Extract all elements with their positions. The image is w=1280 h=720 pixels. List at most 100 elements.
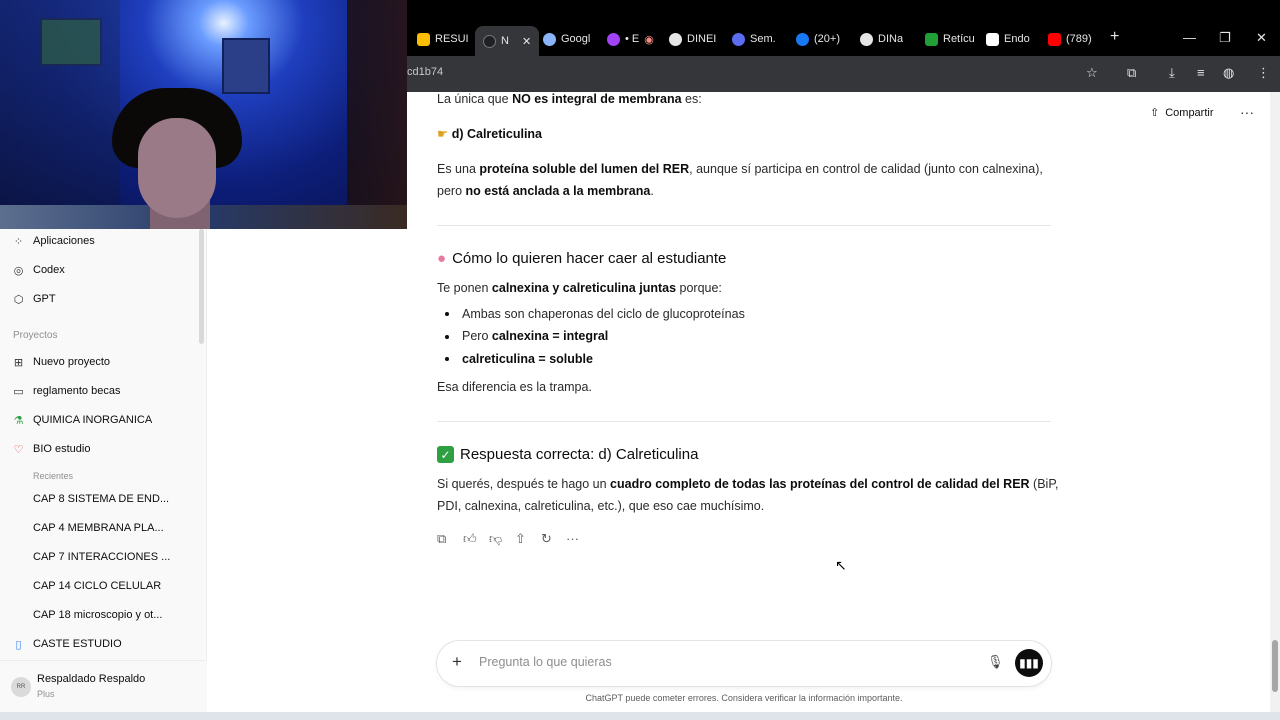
tab-favicon-icon <box>417 32 430 46</box>
book-icon: ▯ <box>15 638 22 651</box>
folder-icon: ▭ <box>13 385 24 398</box>
browser-tab[interactable]: (20+) <box>796 28 840 50</box>
browser-tab[interactable]: Endo <box>986 28 1030 50</box>
recents-section-label: Recientes <box>33 471 74 481</box>
new-tab-icon[interactable]: + <box>1110 28 1119 46</box>
restore-icon[interactable]: ❐ <box>1219 30 1231 46</box>
sidebar-item-quimica[interactable]: ⚗ QUIMICA INORGANICA <box>12 410 153 430</box>
close-window-icon[interactable]: ✕ <box>1256 30 1267 46</box>
add-attachment-icon[interactable]: + <box>452 652 462 672</box>
recent-chat-item[interactable]: CAP 18 microscopio y ot... <box>33 609 162 621</box>
copy-icon[interactable]: ⧉ <box>437 531 446 547</box>
waveform-icon: ▮▮▮ <box>1019 656 1039 670</box>
voice-mode-button[interactable]: ▮▮▮ <box>1015 649 1043 677</box>
address-bar: cd1b74 ☆ ⧉ ⤓ ≡ ◍ ⋮ <box>407 56 1280 92</box>
user-plan: Plus <box>37 689 55 699</box>
thumbs-up-icon[interactable]: 👍︎ <box>463 531 477 547</box>
section-heading: ● Cómo lo quieren hacer caer al estudiant… <box>437 250 727 267</box>
minimize-icon[interactable]: — <box>1183 30 1196 45</box>
sidebar-item-caste-estudio[interactable]: ▯ CASTE ESTUDIO <box>12 634 121 654</box>
paragraph: Esa diferencia es la trampa. <box>437 380 592 394</box>
answer-line: ☛ d) Calreticulina <box>437 127 542 141</box>
tab-favicon-icon <box>607 32 620 46</box>
divider <box>437 225 1051 226</box>
tab-favicon-icon <box>483 34 496 48</box>
sidebar-item-reglamento-becas[interactable]: ▭ reglamento becas <box>12 381 120 401</box>
bullet-dot <box>445 312 449 316</box>
bullet-dot <box>445 357 449 361</box>
profile-avatar-icon[interactable]: ◍ <box>1223 65 1234 81</box>
avatar: RR <box>11 677 31 697</box>
mouse-cursor-icon: ↖ <box>835 557 847 573</box>
download-icon[interactable]: ⤓ <box>1169 65 1175 81</box>
regenerate-icon[interactable]: ↻ <box>541 531 552 547</box>
user-profile[interactable]: RR Respaldado Respaldo Plus <box>0 660 207 712</box>
scrollbar-thumb[interactable] <box>1272 640 1278 692</box>
user-name: Respaldado Respaldo <box>37 673 146 685</box>
browser-tab[interactable]: Sem. <box>732 28 776 50</box>
sidebar-item-codex[interactable]: ◎ Codex <box>12 260 65 280</box>
paragraph: Si querés, después te hago un cuadro com… <box>437 477 1059 491</box>
browser-tab[interactable]: Retícu <box>925 28 975 50</box>
tab-favicon-icon <box>732 32 745 46</box>
tab-favicon-icon <box>669 32 682 46</box>
codex-icon: ◎ <box>13 264 24 277</box>
list-item: Pero calnexina = integral <box>462 329 609 343</box>
more-options-icon[interactable]: ··· <box>1240 104 1254 120</box>
extensions-icon[interactable]: ⧉ <box>1127 65 1136 81</box>
browser-tab[interactable]: • E ◉ <box>607 28 654 50</box>
share-icon: ⇧ <box>1150 107 1160 119</box>
recent-chat-item[interactable]: CAP 14 CICLO CELULAR <box>33 580 161 592</box>
recent-chat-item[interactable]: CAP 4 MEMBRANA PLA... <box>33 522 164 534</box>
bullet-dot <box>445 335 449 339</box>
browser-tab[interactable]: RESUI <box>417 28 469 50</box>
paragraph: Es una proteína soluble del lumen del RE… <box>437 162 1043 176</box>
main-scrollbar[interactable] <box>1270 92 1280 712</box>
prompt-input[interactable]: Pregunta lo que quieras <box>479 655 612 669</box>
divider <box>437 421 1051 422</box>
tab-favicon-icon <box>925 32 938 46</box>
recent-chat-item[interactable]: CAP 7 INTERACCIONES ... <box>33 551 170 563</box>
browser-tab-bar: RESUI N ✕ Googl • E ◉ DINEI Sem. (20+) DIN… <box>407 0 1280 56</box>
browser-tab-active[interactable]: N ✕ <box>475 26 540 56</box>
tab-close-icon[interactable]: ✕ <box>522 35 531 48</box>
browser-tab[interactable]: DINEI <box>669 28 716 50</box>
check-mark-icon: ✓ <box>437 446 454 463</box>
sidebar-scrollbar[interactable] <box>199 229 204 344</box>
record-icon: ◉ <box>644 33 654 46</box>
share-response-icon[interactable]: ⇧ <box>515 531 526 547</box>
microphone-icon[interactable]: 🎙︎ <box>987 654 1004 670</box>
sidebar-item-aplicaciones[interactable]: ⁘ Aplicaciones <box>12 231 95 251</box>
recent-chat-item[interactable]: CAP 8 SISTEMA DE END... <box>33 493 169 505</box>
sidebar-item-nuevo-proyecto[interactable]: ⊞ Nuevo proyecto <box>12 352 110 372</box>
section-heading: ✓ Respuesta correcta: d) Calreticulina <box>437 446 698 463</box>
share-button[interactable]: ⇧ Compartir <box>1150 106 1214 120</box>
browser-menu-icon[interactable]: ⋮ <box>1257 65 1270 81</box>
heart-icon: ♡ <box>13 443 24 456</box>
list-item: Ambas son chaperonas del ciclo de glucop… <box>462 307 745 321</box>
url-field[interactable]: cd1b74 <box>407 66 443 78</box>
browser-tab[interactable]: (789) <box>1048 28 1092 50</box>
disclaimer-text: ChatGPT puede cometer errores. Considera… <box>585 693 903 703</box>
os-taskbar <box>0 712 1280 720</box>
more-actions-icon[interactable]: ··· <box>566 531 579 546</box>
bookmark-star-icon[interactable]: ☆ <box>1086 65 1098 81</box>
sidebar-item-gpt[interactable]: ⬡ GPT <box>12 289 56 309</box>
paragraph: pero no está anclada a la membrana. <box>437 184 654 198</box>
browser-tab[interactable]: Googl <box>543 28 590 50</box>
media-control-icon[interactable]: ≡ <box>1197 65 1205 80</box>
tab-favicon-icon <box>796 32 809 46</box>
thumbs-down-icon[interactable]: 👎︎ <box>489 531 502 547</box>
intro-line: La única que NO es integral de membrana … <box>437 92 702 106</box>
browser-tab[interactable]: DINa <box>860 28 903 50</box>
webcam-overlay <box>0 0 407 229</box>
tab-favicon-icon <box>986 32 999 46</box>
grid-icon: ⁘ <box>13 235 24 248</box>
prompt-composer: + Pregunta lo que quieras 🎙︎ ▮▮▮ <box>437 641 1051 686</box>
sidebar-item-bio[interactable]: ♡ BIO estudio <box>12 439 91 459</box>
projects-section-label: Proyectos <box>13 330 58 341</box>
brain-icon: ● <box>437 250 447 267</box>
list-item: calreticulina = soluble <box>462 352 593 366</box>
paragraph: PDI, calnexina, calreticulina, etc.), qu… <box>437 499 765 513</box>
cube-icon: ⬡ <box>13 293 24 306</box>
